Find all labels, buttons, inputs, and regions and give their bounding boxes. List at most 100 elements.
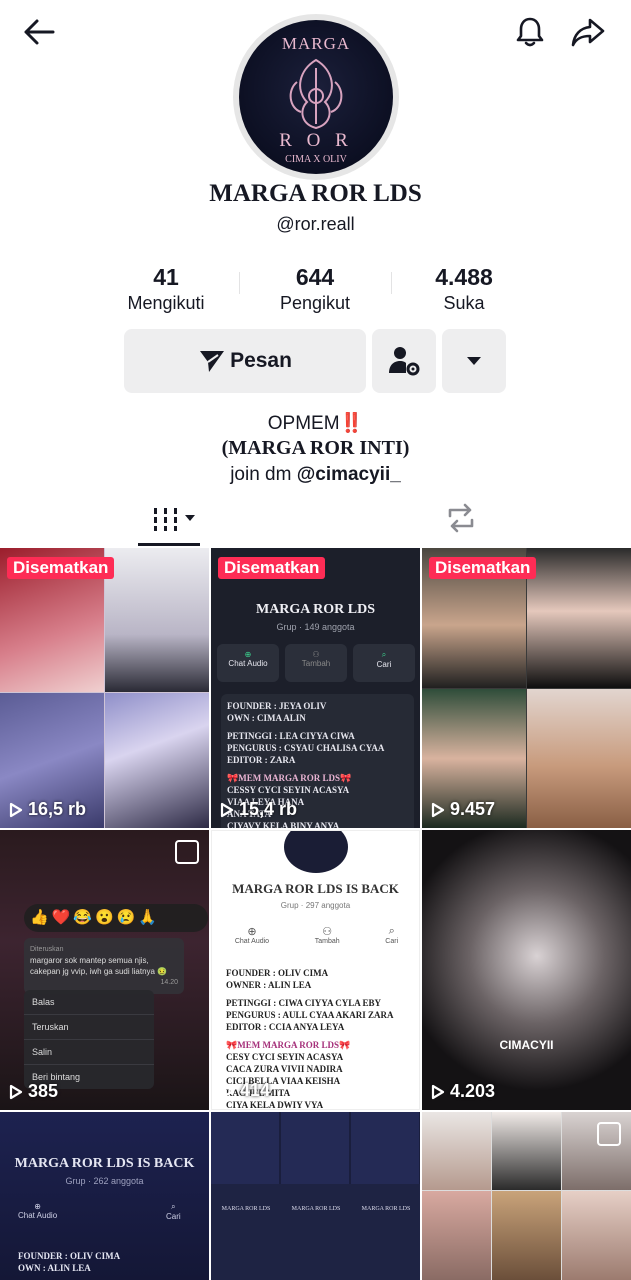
video-thumbnail[interactable]: MARGA ROR LDS MARGA ROR LDS MARGA ROR LD… [211,1112,420,1280]
add-member-icon: ⚇ [322,926,333,938]
member-line: CACA ZURA VIVII NADIRA [226,1064,343,1074]
play-icon [431,802,445,817]
chip-label: Cari [166,1212,181,1221]
play-icon [431,1084,445,1099]
video-thumbnail[interactable]: 👍❤️😂😮😢🙏 Diteruskan margaror sok mantep s… [0,830,209,1110]
chip-label: Chat Audio [18,1211,58,1220]
member-line: FOUNDER : OLIV CIMA [226,968,329,978]
stat-followers-label: Pengikut [279,293,351,313]
menu-item-forward: Teruskan [24,1015,154,1040]
view-count-value: 16,5 rb [28,799,87,819]
group-avatar [284,831,348,873]
message-text: margaror sok mantep semua njis, cakepan … [30,956,168,976]
member-line: OWNER : ALIN LEA [226,980,312,990]
stat-following[interactable]: 41 Mengikuti [91,263,241,315]
collage-photo [492,1191,561,1280]
bio-mention-link[interactable]: @cimacyii_ [297,464,401,485]
video-thumbnail[interactable]: MARGA ROR LDS IS BACK Grup · 297 anggota… [211,830,420,1110]
profile-avatar[interactable]: MARGA R O R CIMA X OLIV [233,14,399,180]
stat-likes[interactable]: 4.488 Suka [389,263,539,315]
avatar-logo-text-bottom: CIMA X OLIV [285,154,347,165]
view-count-value: 4.203 [450,1081,496,1101]
bio-line-3: join dm @cimacyii_ [0,464,631,486]
member-line: CESY CYCI SEYIN ACASYA [226,1052,344,1062]
content-tabs [0,498,631,548]
group-title: MARGA ROR LDS IS BACK [232,881,399,896]
avatar-logo-text-mid: R O R [279,130,353,151]
view-count-value: 15,4 rb [239,799,298,819]
more-options-dropdown[interactable] [442,329,506,393]
add-member-icon: ⚇ [312,650,320,659]
video-thumbnail[interactable] [422,1112,631,1280]
search-chip: ⌕ Cari [385,925,398,945]
member-line: OWN : ALIN LEA [18,1263,91,1273]
menu-item-reply: Balas [24,990,154,1015]
repost-icon [448,503,474,533]
message-button[interactable]: Pesan [124,329,366,393]
back-button[interactable] [17,10,61,54]
add-chip: ⚇ Tambah [315,925,340,945]
video-thumbnail[interactable]: MARGA ROR LDS IS BACK Grup · 262 anggota… [0,1112,209,1280]
tab-videos[interactable] [148,502,200,538]
overlay-text: CIMACYII [499,1038,554,1052]
member-line: FOUNDER : OLIV CIMA [18,1251,121,1261]
view-count: 4.203 [431,1081,495,1102]
chip-label: Cari [376,660,392,669]
menu-item-copy: Salin [24,1040,154,1065]
double-exclamation-emoji: ‼️ [339,413,364,434]
mini-title: MARGA ROR LDS [291,1206,341,1212]
user-gear-icon [389,347,420,376]
chip-label: Tambah [314,938,340,945]
collage-photo [527,689,631,828]
video-thumbnail[interactable]: Disematkan 16,5 rb [0,548,209,828]
collage-photo [492,1112,561,1190]
member-line: 🎀MEM MARGA ROR LDS🎀 [226,1040,351,1050]
mini-title: MARGA ROR LDS [361,1206,411,1212]
send-icon [200,351,225,372]
member-line: PENGURUS : AULL CYAA AKARI ZARA [226,1010,394,1020]
collage-photo [105,693,209,828]
audio-icon: ⊕ [244,650,252,659]
video-thumbnail[interactable]: CIMACYII 4.203 [422,830,631,1110]
share-arrow-icon [571,18,605,47]
share-button[interactable] [566,10,610,54]
view-count: 385 [9,1081,58,1102]
member-line: FOUNDER : JEYA OLIV [227,701,327,711]
bio-line-1-text: OPMEM [267,413,340,434]
group-title: MARGA ROR LDS [255,602,375,617]
member-line: 🎀MEM MARGA ROR LDS🎀 [227,773,352,783]
group-subtitle: Grup · 297 anggota [280,901,351,910]
stat-likes-label: Suka [443,293,485,313]
stat-followers[interactable]: 644 Pengikut [240,263,390,315]
view-count-value: 9.457 [450,799,496,819]
stat-following-value: 41 [153,264,179,290]
pinned-badge: Disematkan [429,557,537,579]
multi-photo-icon [175,840,199,864]
collage-photo [422,1112,491,1190]
video-thumbnail[interactable]: MARGA ROR LDS Grup · 149 anggota ⊕ Chat A… [211,548,420,828]
search-chip: ⌕ Cari [353,644,415,682]
collage-photo [105,548,209,692]
grid-icon [154,508,195,531]
message-time: 14.20 [160,979,178,986]
chip-label: Cari [385,938,399,945]
pinned-badge: Disematkan [218,557,326,579]
chip-label: Chat Audio [228,659,268,668]
play-icon [9,1084,23,1099]
tab-reposts[interactable] [444,502,480,538]
search-icon: ⌕ [381,650,387,659]
screenshot-collage [211,1112,420,1184]
view-count-value: 414 [240,1080,271,1100]
bio-line-2: (MARGA ROR INTI) [221,437,410,459]
audio-icon: ⊕ [34,1202,41,1211]
member-line: EDITOR : ZARA [227,755,296,765]
member-line: OWN : CIMA ALIN [227,713,306,723]
profile-username: @ror.reall [276,214,355,234]
member-line: EDITOR : CCIA ANYA LEYA [226,1022,345,1032]
member-list: FOUNDER : OLIV CIMA OWN : ALIN LEA [18,1250,120,1274]
notification-button[interactable] [508,10,552,54]
chat-audio-chip: ⊕ Chat Audio [18,1202,57,1220]
add-friend-settings-button[interactable] [372,329,436,393]
video-thumbnail[interactable]: Disematkan 9.457 [422,548,631,828]
message-context-menu: Balas Teruskan Salin Beri bintang [24,990,154,1089]
